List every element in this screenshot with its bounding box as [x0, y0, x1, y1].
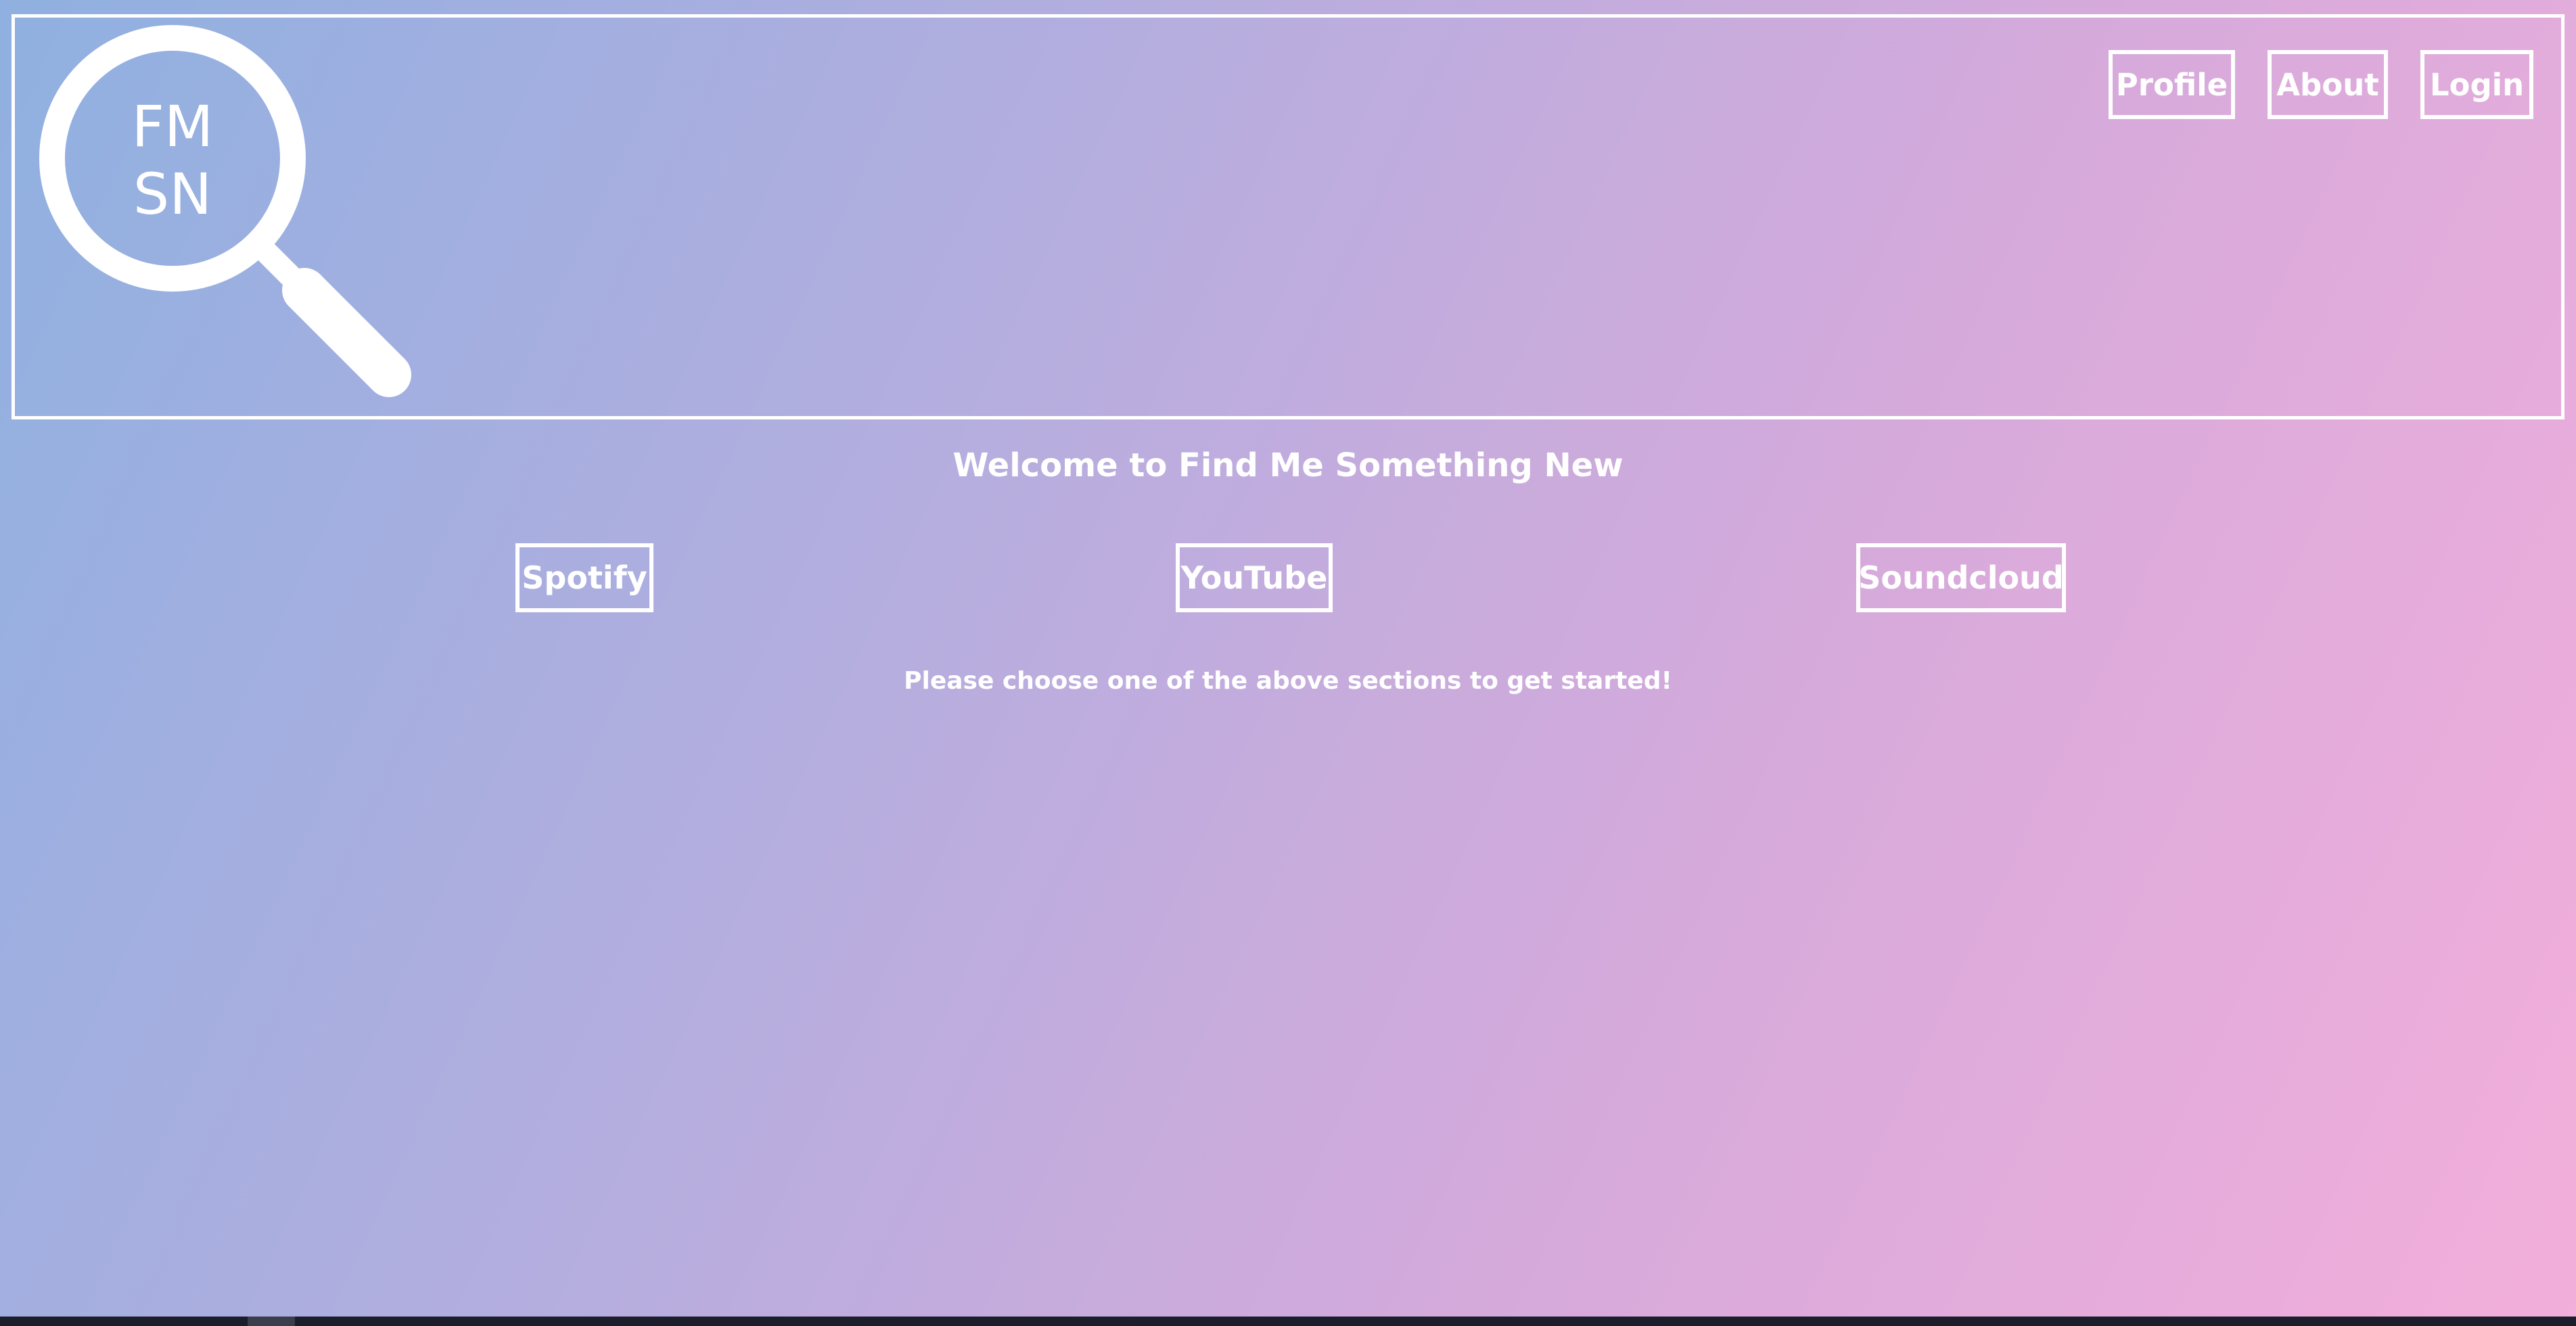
- about-button[interactable]: About: [2268, 50, 2388, 119]
- logo[interactable]: FM SN: [37, 23, 430, 415]
- logo-text-line2: SN: [133, 161, 212, 227]
- taskbar: [0, 1317, 2576, 1326]
- magnifying-glass-icon: FM SN: [39, 25, 411, 397]
- taskbar-item[interactable]: [248, 1317, 295, 1326]
- page-title: Welcome to Find Me Something New: [952, 447, 1624, 484]
- get-started-prompt: Please choose one of the above sections …: [904, 667, 1672, 695]
- youtube-button[interactable]: YouTube: [1176, 543, 1333, 612]
- spotify-button[interactable]: Spotify: [515, 543, 653, 612]
- login-button[interactable]: Login: [2420, 50, 2533, 119]
- logo-text-line1: FM: [132, 93, 214, 160]
- soundcloud-button[interactable]: Soundcloud: [1856, 543, 2066, 612]
- profile-button[interactable]: Profile: [2109, 50, 2235, 119]
